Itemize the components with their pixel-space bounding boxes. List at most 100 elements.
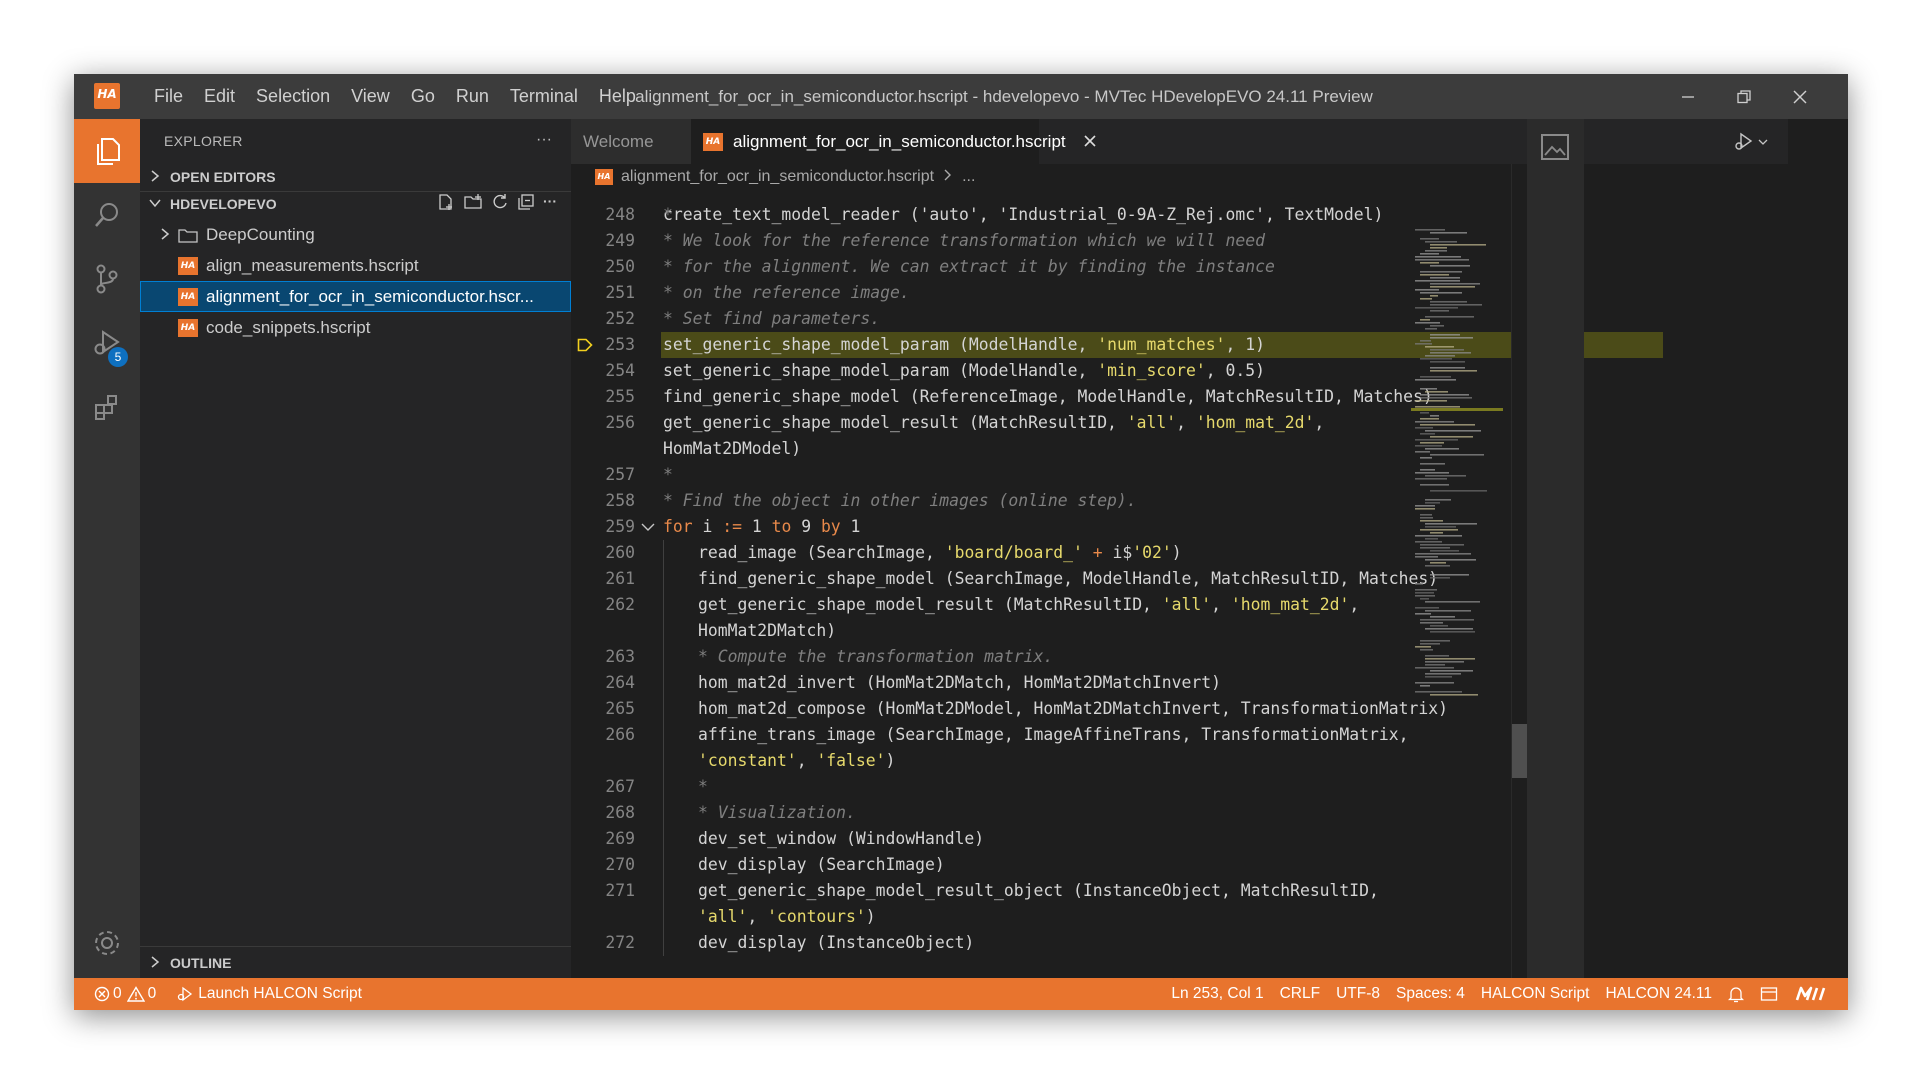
- menu-terminal[interactable]: Terminal: [510, 86, 578, 107]
- problems-indicator[interactable]: 0 0: [94, 985, 156, 1003]
- code-token: * on the reference image.: [663, 283, 910, 302]
- tab-close-button[interactable]: [1084, 131, 1096, 152]
- code-token: HomMat2DModel): [663, 439, 802, 458]
- launch-script-button[interactable]: Launch HALCON Script: [176, 985, 362, 1003]
- cursor-position[interactable]: Ln 253, Col 1: [1171, 985, 1263, 1003]
- activity-bar: 5: [74, 119, 140, 978]
- minimap-line: [1420, 388, 1437, 390]
- code-text: * Set find parameters.: [663, 306, 880, 332]
- gear-icon: [95, 931, 119, 955]
- minimap-line: [1430, 367, 1465, 369]
- scrollbar-thumb[interactable]: [1512, 724, 1527, 778]
- line-number: 270: [605, 855, 635, 874]
- minimap-line: [1415, 289, 1439, 291]
- app-logo: HA: [94, 83, 120, 109]
- code-token: dev_display (SearchImage): [698, 855, 945, 874]
- code-line: 268 * Visualization.: [571, 800, 1788, 826]
- workspace-label: HDEVELOPEVO: [170, 196, 277, 212]
- activity-extensions[interactable]: [74, 375, 140, 439]
- fold-chevron-down-icon[interactable]: [641, 514, 655, 540]
- minimap-line: [1430, 325, 1444, 327]
- tree-file-align-measurements[interactable]: HA align_measurements.hscript: [140, 250, 571, 281]
- activity-settings[interactable]: [74, 911, 140, 975]
- minimap-line: [1430, 625, 1448, 627]
- minimap-line: [1415, 553, 1471, 555]
- code-line: 272 dev_display (InstanceObject): [571, 930, 1788, 956]
- minimap-line: [1420, 433, 1435, 435]
- menu-go[interactable]: Go: [411, 86, 435, 107]
- tree-file-code-snippets[interactable]: HA code_snippets.hscript: [140, 312, 571, 343]
- notifications-button[interactable]: [1728, 985, 1744, 1003]
- activity-source-control[interactable]: [74, 247, 140, 311]
- workspace-section[interactable]: HDEVELOPEVO ···: [140, 189, 571, 219]
- breadcrumb-file[interactable]: alignment_for_ocr_in_semiconductor.hscri…: [621, 168, 934, 186]
- tree-folder-deepcounting[interactable]: DeepCounting: [140, 219, 571, 250]
- chevron-right-icon: [160, 225, 178, 245]
- minimap-line: [1430, 334, 1460, 336]
- minimap-line: [1430, 295, 1438, 297]
- code-text: dev_set_window (WindowHandle): [698, 826, 984, 852]
- run-script-button[interactable]: [1732, 131, 1768, 153]
- code-editor[interactable]: create_text_model_reader ('auto', 'Indus…: [571, 164, 1788, 978]
- minimap-line: [1425, 559, 1476, 561]
- menu-file[interactable]: File: [154, 86, 183, 107]
- debug-badge: 5: [108, 347, 128, 367]
- status-bar: 0 0 Launch HALCON Script Ln 253, Col 1 C…: [74, 978, 1848, 1010]
- file-encoding[interactable]: UTF-8: [1336, 985, 1380, 1003]
- editor-tabs: Welcome HA alignment_for_ocr_in_semicond…: [571, 119, 1788, 164]
- line-number: 255: [605, 387, 635, 406]
- outline-section[interactable]: OUTLINE: [140, 948, 571, 978]
- code-text: 'constant', 'false'): [698, 748, 895, 774]
- code-token: by: [820, 517, 841, 536]
- collapse-all-icon[interactable]: [517, 193, 535, 211]
- breadcrumb-more[interactable]: ...: [962, 168, 975, 186]
- code-token: for: [663, 517, 693, 536]
- minimap-line: [1420, 418, 1439, 420]
- menu-run[interactable]: Run: [456, 86, 489, 107]
- workspace-more-icon[interactable]: ···: [543, 193, 557, 211]
- line-number: 248: [605, 205, 635, 224]
- new-file-icon[interactable]: [437, 193, 455, 211]
- editor-scrollbar[interactable]: [1511, 164, 1527, 978]
- minimize-button[interactable]: [1660, 74, 1716, 119]
- tab-alignment-for-ocr[interactable]: HA alignment_for_ocr_in_semiconductor.hs…: [691, 119, 1096, 164]
- line-ending[interactable]: CRLF: [1280, 985, 1320, 1003]
- minimap-line: [1430, 550, 1459, 552]
- minimap-line: [1415, 556, 1438, 558]
- tree-file-alignment-for-ocr[interactable]: HA alignment_for_ocr_in_semiconductor.hs…: [140, 281, 571, 312]
- minimap[interactable]: [1411, 226, 1503, 1006]
- line-number: 254: [605, 361, 635, 380]
- activity-run-debug[interactable]: 5: [74, 311, 140, 375]
- menu-selection[interactable]: Selection: [256, 86, 330, 107]
- activity-search[interactable]: [74, 183, 140, 247]
- source-control-icon: [96, 264, 118, 294]
- code-token: 'all': [1126, 413, 1177, 432]
- refresh-icon[interactable]: [491, 193, 509, 211]
- layout-button[interactable]: [1760, 986, 1778, 1002]
- minimap-line: [1420, 358, 1452, 360]
- minimap-line: [1415, 256, 1461, 258]
- menu-edit[interactable]: Edit: [204, 86, 235, 107]
- mvtec-logo: [1794, 986, 1834, 1002]
- code-line: 259 for i := 1 to 9 by 1: [571, 514, 1788, 540]
- restore-button[interactable]: [1716, 74, 1772, 119]
- language-mode[interactable]: HALCON Script: [1481, 985, 1590, 1003]
- menu-view[interactable]: View: [351, 86, 390, 107]
- minimap-line: [1430, 232, 1467, 234]
- minimap-line: [1430, 670, 1473, 672]
- new-folder-icon[interactable]: [463, 193, 483, 211]
- activity-explorer[interactable]: [74, 119, 140, 183]
- open-editors-section[interactable]: OPEN EDITORS: [140, 162, 571, 192]
- sidebar-more-button[interactable]: ···: [536, 131, 552, 149]
- halcon-version[interactable]: HALCON 24.11: [1605, 985, 1712, 1003]
- code-text: HomMat2DMatch): [698, 618, 836, 644]
- minimap-line: [1430, 247, 1447, 249]
- close-window-button[interactable]: [1772, 74, 1828, 119]
- indentation[interactable]: Spaces: 4: [1396, 985, 1465, 1003]
- minimap-line: [1425, 499, 1451, 501]
- line-number: 251: [605, 283, 635, 302]
- image-viewer-icon[interactable]: [1540, 133, 1570, 161]
- code-token: hom_mat2d_compose (HomMat2DModel, HomMat…: [698, 699, 1448, 718]
- breadcrumb: HA alignment_for_ocr_in_semiconductor.hs…: [571, 164, 1511, 190]
- tab-welcome[interactable]: Welcome: [571, 119, 691, 164]
